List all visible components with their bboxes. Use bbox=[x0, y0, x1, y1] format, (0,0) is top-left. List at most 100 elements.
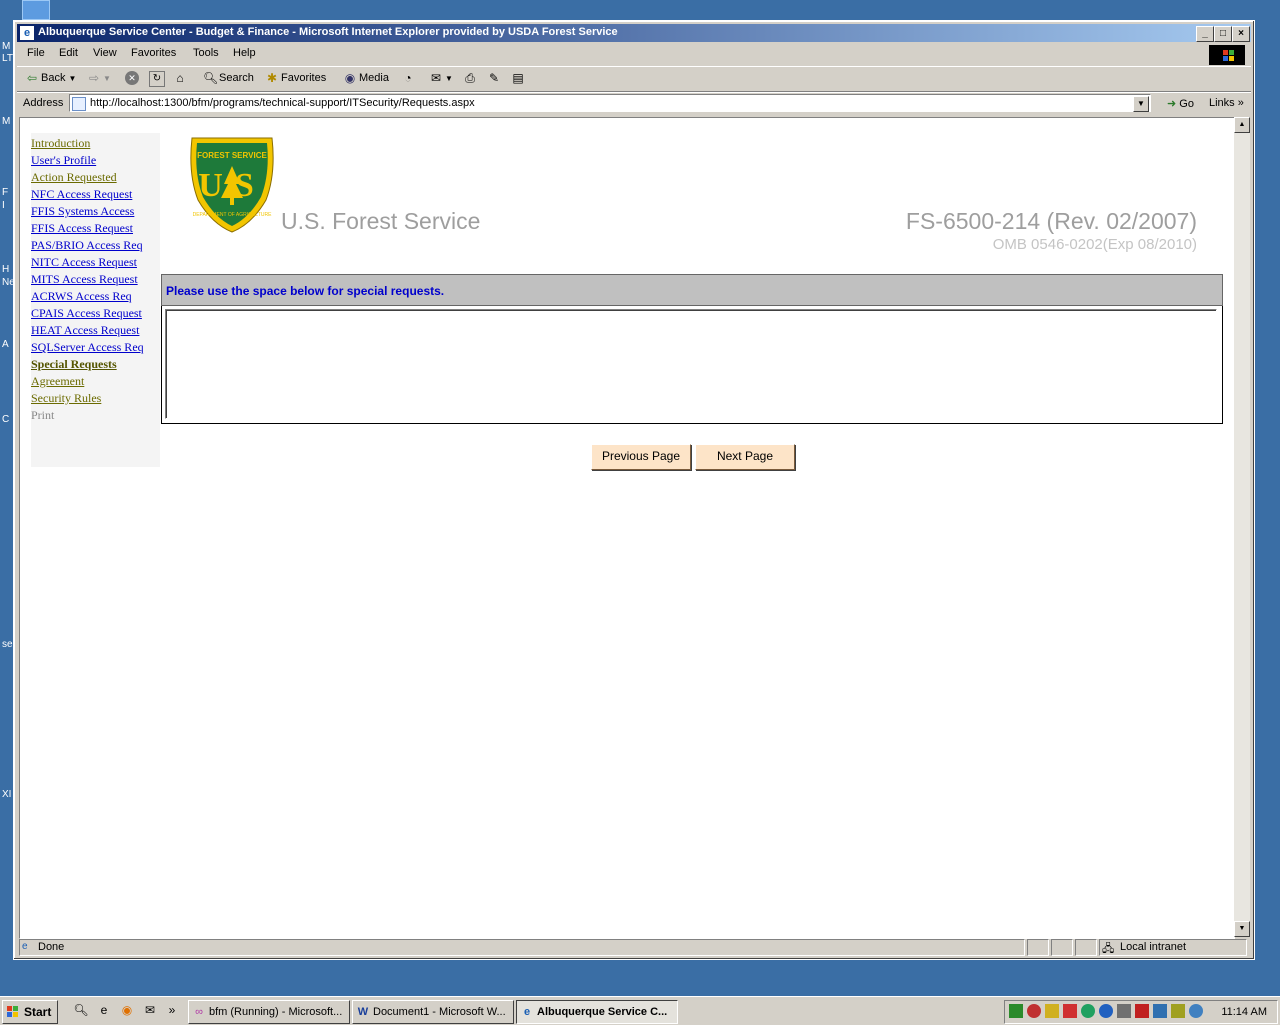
desktop-label[interactable]: M bbox=[2, 116, 10, 127]
nav-link-special-requests[interactable]: Special Requests bbox=[31, 357, 117, 372]
chevron-down-icon[interactable]: ▼ bbox=[103, 74, 111, 83]
nav-link-security-rules[interactable]: Security Rules bbox=[31, 391, 101, 406]
tray-icon[interactable] bbox=[1153, 1004, 1167, 1018]
forward-button[interactable]: ⇨ ▼ bbox=[87, 71, 111, 85]
desktop-label[interactable]: A bbox=[2, 339, 9, 350]
nav-link-ffis-systems-access[interactable]: FFIS Systems Access bbox=[31, 204, 134, 219]
show-desktop-icon[interactable]: 🔍︎ bbox=[73, 1003, 89, 1019]
nav-link-mits-access-request[interactable]: MITS Access Request bbox=[31, 272, 138, 287]
history-button[interactable]: ◔ bbox=[401, 71, 417, 85]
previous-page-button[interactable]: Previous Page bbox=[591, 444, 691, 470]
tray-icon[interactable] bbox=[1081, 1004, 1095, 1018]
address-url[interactable]: http://localhost:1300/bfm/programs/techn… bbox=[90, 97, 475, 109]
nav-link-action-requested[interactable]: Action Requested bbox=[31, 170, 117, 185]
nav-link-heat-access-request[interactable]: HEAT Access Request bbox=[31, 323, 139, 338]
tray-icon[interactable] bbox=[1135, 1004, 1149, 1018]
windows-logo-icon bbox=[1209, 45, 1245, 65]
menu-help[interactable]: Help bbox=[233, 47, 256, 59]
ie-icon[interactable]: e bbox=[20, 26, 34, 40]
close-button[interactable]: × bbox=[1232, 26, 1250, 42]
print-button[interactable]: ⎙ bbox=[463, 71, 479, 85]
nav-link-pas-brio-access-req[interactable]: PAS/BRIO Access Req bbox=[31, 238, 143, 253]
search-button[interactable]: 🔍︎Search bbox=[203, 71, 254, 85]
chevron-right-icon[interactable]: » bbox=[164, 1003, 180, 1019]
chevron-down-icon[interactable]: ▼ bbox=[1133, 96, 1149, 112]
edit-button[interactable]: ✎ bbox=[487, 71, 503, 85]
page-scrollbar[interactable]: ▲ ▼ bbox=[1234, 117, 1250, 937]
tray-icon[interactable] bbox=[1099, 1004, 1113, 1018]
title-bar[interactable]: e Albuquerque Service Center - Budget & … bbox=[17, 24, 1251, 42]
stop-button[interactable]: ✕ bbox=[125, 71, 141, 85]
nav-link-acrws-access-req[interactable]: ACRWS Access Req bbox=[31, 289, 132, 304]
scroll-up-button[interactable]: ▲ bbox=[1234, 117, 1250, 133]
nav-link-agreement[interactable]: Agreement bbox=[31, 374, 84, 389]
task-button[interactable]: e Albuquerque Service C... bbox=[516, 1000, 678, 1024]
nav-link-ffis-access-request[interactable]: FFIS Access Request bbox=[31, 221, 133, 236]
mail-button[interactable]: ✉ ▼ bbox=[429, 71, 453, 85]
menu-edit[interactable]: Edit bbox=[59, 47, 78, 59]
nav-link-introduction[interactable]: Introduction bbox=[31, 136, 90, 151]
desktop-label[interactable]: H bbox=[2, 264, 9, 275]
desktop-label[interactable]: se bbox=[2, 639, 13, 650]
minimize-button[interactable]: _ bbox=[1196, 26, 1214, 42]
favorites-button[interactable]: ✱ Favorites bbox=[265, 71, 326, 85]
maximize-button[interactable]: □ bbox=[1214, 26, 1232, 42]
agency-name: U.S. Forest Service bbox=[281, 208, 481, 234]
tray-icon[interactable] bbox=[1171, 1004, 1185, 1018]
tray-icon[interactable] bbox=[1009, 1004, 1023, 1018]
tray-icon[interactable] bbox=[1189, 1004, 1203, 1018]
next-page-button[interactable]: Next Page bbox=[695, 444, 795, 470]
go-label: Go bbox=[1179, 98, 1194, 110]
home-button[interactable]: ⌂ bbox=[173, 71, 189, 85]
clock[interactable]: 11:14 AM bbox=[1221, 1006, 1267, 1018]
media-player-icon[interactable]: ◉ bbox=[119, 1003, 135, 1019]
intranet-icon: 🖧︎ bbox=[1102, 943, 1115, 955]
special-requests-textarea[interactable] bbox=[165, 309, 1217, 419]
task-button[interactable]: ∞ bfm (Running) - Microsoft... bbox=[188, 1000, 350, 1024]
mail-icon: ✉ bbox=[430, 71, 442, 85]
nav-link-cpais-access-request[interactable]: CPAIS Access Request bbox=[31, 306, 142, 321]
desktop-icon[interactable] bbox=[22, 0, 50, 20]
refresh-button[interactable]: ↻ bbox=[149, 71, 167, 87]
tray-icon[interactable] bbox=[1027, 1004, 1041, 1018]
nav-link-nfc-access-request[interactable]: NFC Access Request bbox=[31, 187, 132, 202]
menu-favorites[interactable]: Favorites bbox=[131, 47, 176, 59]
back-arrow-icon: ⇦ bbox=[26, 71, 38, 85]
scroll-down-button[interactable]: ▼ bbox=[1234, 921, 1250, 937]
menu-view[interactable]: View bbox=[93, 47, 117, 59]
standard-toolbar: ⇦ Back ▼ ⇨ ▼ ✕ ↻ ⌂ 🔍︎Search ✱ Favorites ◉ Me… bbox=[17, 66, 1251, 92]
desktop-label[interactable]: XI bbox=[2, 789, 11, 800]
chevron-down-icon[interactable]: ▼ bbox=[445, 74, 453, 83]
links-button[interactable]: Links » bbox=[1209, 97, 1244, 109]
nav-link-nitc-access-request[interactable]: NITC Access Request bbox=[31, 255, 137, 270]
shield-bottom-text: DEPARTMENT OF AGRICULTURE bbox=[193, 212, 272, 218]
zone-text: Local intranet bbox=[1120, 941, 1187, 953]
nav-link-users-profile[interactable]: User's Profile bbox=[31, 153, 96, 168]
task-label: Albuquerque Service C... bbox=[537, 1006, 668, 1018]
chevron-right-icon: » bbox=[1237, 97, 1244, 109]
start-button[interactable]: Start bbox=[2, 1000, 58, 1024]
back-button[interactable]: ⇦ Back ▼ bbox=[25, 71, 76, 85]
desktop-label[interactable]: LT bbox=[2, 53, 13, 64]
discuss-button[interactable]: ▤ bbox=[511, 71, 527, 85]
media-button[interactable]: ◉ Media bbox=[343, 71, 389, 85]
tray-icon[interactable] bbox=[1045, 1004, 1059, 1018]
ie-launch-icon[interactable]: e bbox=[96, 1003, 112, 1019]
desktop-label[interactable]: C bbox=[2, 414, 9, 425]
outlook-icon[interactable]: ✉ bbox=[142, 1003, 158, 1019]
tray-icon[interactable] bbox=[1063, 1004, 1077, 1018]
desktop-label[interactable]: I bbox=[2, 200, 5, 211]
go-button[interactable]: ➜ Go bbox=[1167, 97, 1194, 110]
page-icon bbox=[72, 97, 86, 111]
chevron-down-icon[interactable]: ▼ bbox=[69, 74, 77, 83]
menu-tools[interactable]: Tools bbox=[193, 47, 219, 59]
desktop-label[interactable]: M bbox=[2, 41, 10, 52]
nav-link-sqlserver-access-req[interactable]: SQLServer Access Req bbox=[31, 340, 144, 355]
tray-icon[interactable] bbox=[1117, 1004, 1131, 1018]
address-input[interactable]: http://localhost:1300/bfm/programs/techn… bbox=[69, 94, 1151, 112]
back-label: Back bbox=[41, 71, 66, 84]
menu-file[interactable]: File bbox=[27, 47, 45, 59]
ie-icon: e bbox=[523, 1006, 531, 1018]
desktop-label[interactable]: F bbox=[2, 187, 8, 198]
task-button[interactable]: W Document1 - Microsoft W... bbox=[352, 1000, 514, 1024]
